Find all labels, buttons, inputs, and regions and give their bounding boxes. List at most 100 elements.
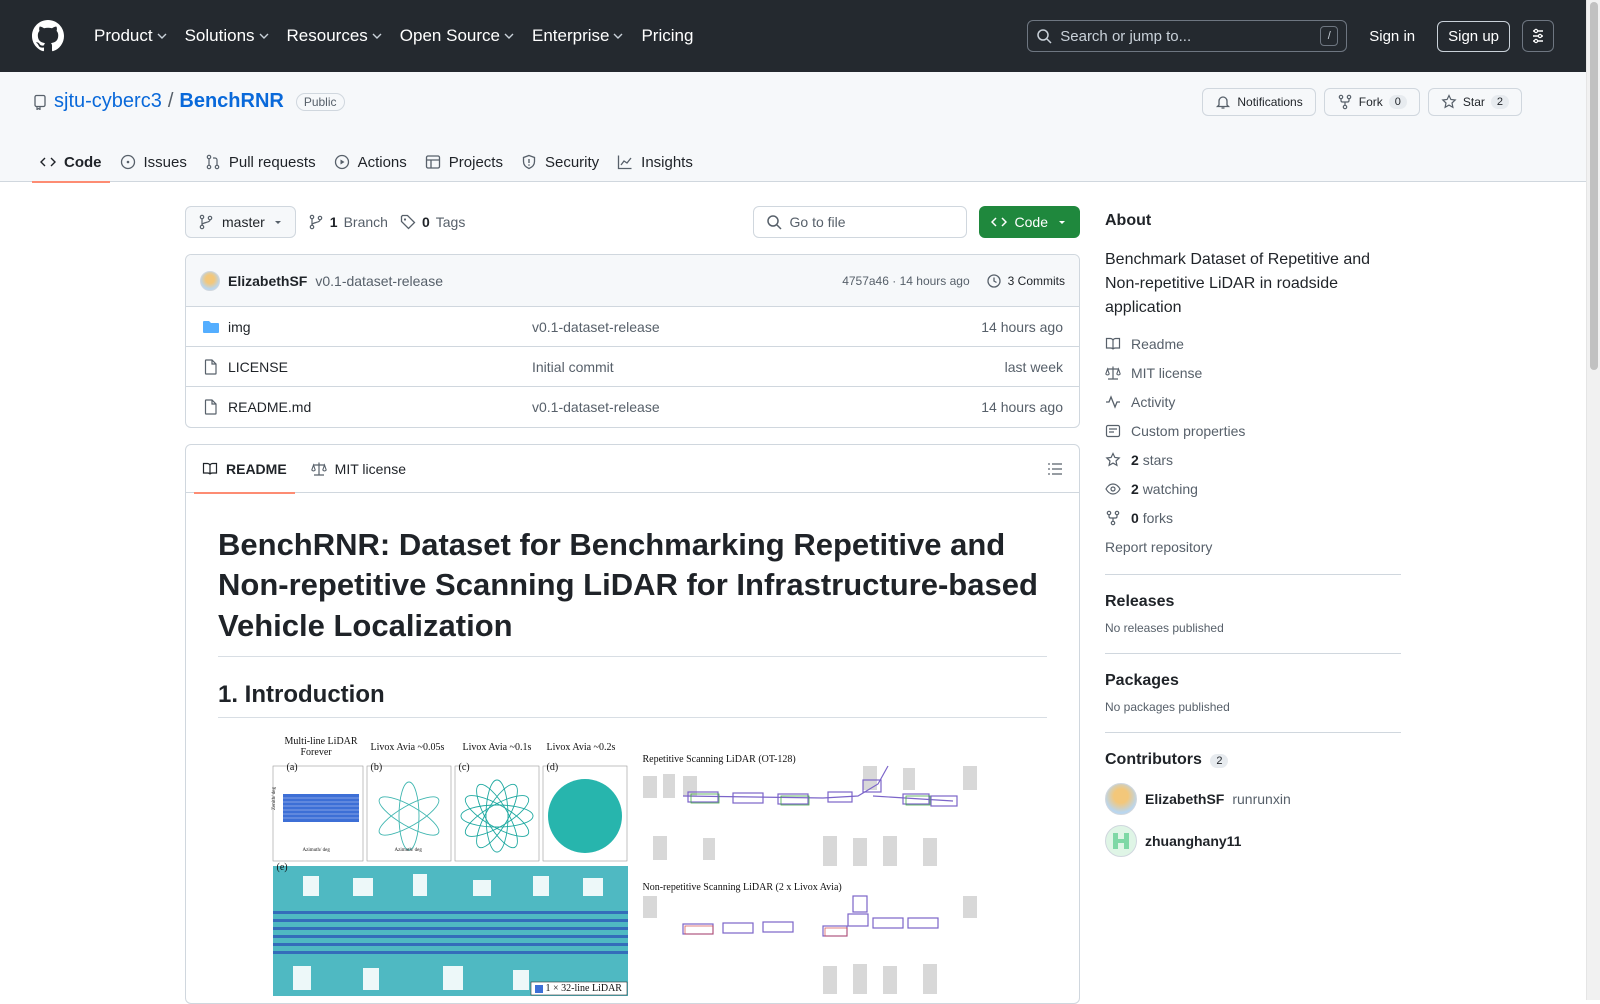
- search-icon: [766, 214, 782, 230]
- readme-link-label: Readme: [1131, 335, 1184, 352]
- file-name[interactable]: README.md: [228, 399, 311, 415]
- notifications-button[interactable]: Notifications: [1202, 88, 1316, 116]
- commit-meta: 4757a46 · 14 hours ago 3 Commits: [842, 273, 1065, 289]
- commits-history-link[interactable]: 3 Commits: [986, 273, 1065, 289]
- file-commit-message[interactable]: v0.1-dataset-release: [532, 399, 981, 415]
- repo-name-link[interactable]: BenchRNR: [179, 90, 283, 113]
- list-item[interactable]: zhuanghany11: [1105, 825, 1401, 857]
- about-list: Readme MIT license Activity Custom prope…: [1105, 334, 1401, 556]
- file-commit-message[interactable]: Initial commit: [532, 359, 1005, 375]
- law-scale-icon: [310, 461, 327, 477]
- figure-label-d: (d): [546, 761, 559, 773]
- scrollbar-thumb[interactable]: [1590, 2, 1598, 370]
- commit-hash-time: 4757a46 · 14 hours ago: [842, 274, 969, 288]
- star-icon: [1105, 451, 1121, 468]
- repo-header: sjtu-cyberc3 / BenchRNR Public Notificat…: [0, 72, 1586, 183]
- figure-label-repetitive: Repetitive Scanning LiDAR (OT-128): [642, 753, 796, 765]
- commit-author[interactable]: ElizabethSF: [228, 273, 307, 289]
- stars-link[interactable]: 2 stars: [1105, 450, 1401, 469]
- divider: [1105, 574, 1401, 575]
- contributor-alt-name[interactable]: runrunxin: [1232, 791, 1290, 807]
- file-name[interactable]: LICENSE: [228, 359, 288, 375]
- nav-enterprise-label: Enterprise: [531, 26, 610, 45]
- tags-label: Tags: [435, 214, 466, 230]
- sign-up-button[interactable]: Sign up: [1437, 20, 1510, 52]
- contributor-name[interactable]: ElizabethSF: [1145, 791, 1224, 807]
- tab-insights[interactable]: Insights: [609, 142, 701, 182]
- identicon-icon: [1113, 833, 1129, 849]
- page-scrollbar[interactable]: [1586, 0, 1600, 1000]
- appearance-settings-button[interactable]: [1522, 20, 1554, 52]
- watching-link[interactable]: 2 watching: [1105, 479, 1401, 498]
- figure-label-e: (e): [276, 861, 288, 873]
- tags-link[interactable]: 0 Tags: [400, 214, 465, 230]
- triangle-down-icon: [1056, 217, 1068, 227]
- report-repository-link[interactable]: Report repository: [1105, 537, 1401, 556]
- file-name[interactable]: img: [228, 319, 251, 335]
- figure-label-c: (c): [458, 761, 470, 773]
- branch-icon: [308, 214, 324, 230]
- avatar[interactable]: [1105, 825, 1137, 857]
- license-link[interactable]: MIT license: [1105, 363, 1401, 382]
- forks-link[interactable]: 0 forks: [1105, 508, 1401, 527]
- graph-icon: [617, 154, 633, 170]
- nav-open-source[interactable]: Open Source: [392, 20, 522, 52]
- list-item[interactable]: ElizabethSF runrunxin: [1105, 783, 1401, 815]
- activity-link-label: Activity: [1131, 393, 1176, 410]
- packages-heading[interactable]: Packages: [1105, 672, 1401, 690]
- divider: [1105, 732, 1401, 733]
- avatar[interactable]: [1105, 783, 1137, 815]
- branch-selector[interactable]: master: [185, 206, 296, 238]
- sign-in-link[interactable]: Sign in: [1359, 22, 1425, 51]
- branches-link[interactable]: 1 Branch: [308, 214, 388, 230]
- watching-count: 2: [1131, 480, 1139, 497]
- commit-hash[interactable]: 4757a46: [842, 274, 889, 288]
- branch-toolbar: master 1 Branch 0 Tags Go to file Code: [185, 206, 1080, 238]
- tab-license[interactable]: MIT license: [303, 445, 414, 493]
- file-commit-time: last week: [1004, 358, 1063, 375]
- repo-owner-link[interactable]: sjtu-cyberc3: [54, 90, 162, 113]
- triangle-down-icon: [273, 217, 283, 227]
- nav-solutions[interactable]: Solutions: [177, 20, 277, 52]
- star-button[interactable]: Star 2: [1427, 88, 1522, 116]
- table-row[interactable]: README.md v0.1-dataset-release 14 hours …: [186, 387, 1079, 427]
- table-row[interactable]: LICENSE Initial commit last week: [186, 347, 1079, 387]
- code-button-label: Code: [1014, 214, 1048, 230]
- tab-projects[interactable]: Projects: [417, 142, 511, 182]
- contributor-name[interactable]: zhuanghany11: [1145, 833, 1241, 849]
- bell-icon: [1215, 94, 1231, 110]
- avatar[interactable]: [200, 270, 220, 291]
- tab-actions[interactable]: Actions: [326, 142, 415, 182]
- tab-security[interactable]: Security: [513, 142, 607, 182]
- activity-link[interactable]: Activity: [1105, 392, 1401, 411]
- go-to-file-input[interactable]: Go to file: [752, 206, 967, 238]
- global-search-input[interactable]: Search or jump to... /: [1027, 20, 1348, 52]
- forks-count: 0: [1131, 509, 1139, 526]
- releases-heading[interactable]: Releases: [1105, 593, 1401, 611]
- tab-readme[interactable]: README: [194, 445, 295, 494]
- github-logo-icon[interactable]: [32, 20, 64, 52]
- fork-button[interactable]: Fork 0: [1323, 88, 1420, 116]
- nav-pricing[interactable]: Pricing: [633, 20, 701, 52]
- commit-message[interactable]: v0.1-dataset-release: [315, 273, 443, 289]
- custom-properties-link[interactable]: Custom properties: [1105, 421, 1401, 440]
- nav-product[interactable]: Product: [86, 20, 175, 52]
- list-outline-icon[interactable]: [1047, 461, 1063, 477]
- tab-pull-requests[interactable]: Pull requests: [197, 142, 324, 182]
- code-dropdown-button[interactable]: Code: [978, 206, 1080, 238]
- readme-content: BenchRNR: Dataset for Benchmarking Repet…: [186, 493, 1079, 996]
- contributors-heading[interactable]: Contributors 2: [1105, 751, 1401, 769]
- introduction-figure: Multi-line LiDAR Forever Livox Avia ~0.0…: [263, 736, 1003, 996]
- nav-enterprise[interactable]: Enterprise: [524, 20, 631, 52]
- nav-resources-label: Resources: [286, 26, 368, 45]
- tab-code[interactable]: Code: [32, 142, 110, 183]
- file-commit-message[interactable]: v0.1-dataset-release: [532, 319, 981, 335]
- eye-icon: [1105, 481, 1121, 497]
- tab-pull-requests-label: Pull requests: [228, 153, 316, 171]
- folder-icon: [202, 319, 220, 335]
- tab-issues[interactable]: Issues: [112, 142, 195, 182]
- readme-link[interactable]: Readme: [1105, 334, 1401, 353]
- table-row[interactable]: img v0.1-dataset-release 14 hours ago: [186, 307, 1079, 347]
- custom-properties-label: Custom properties: [1131, 422, 1246, 439]
- nav-resources[interactable]: Resources: [279, 20, 390, 52]
